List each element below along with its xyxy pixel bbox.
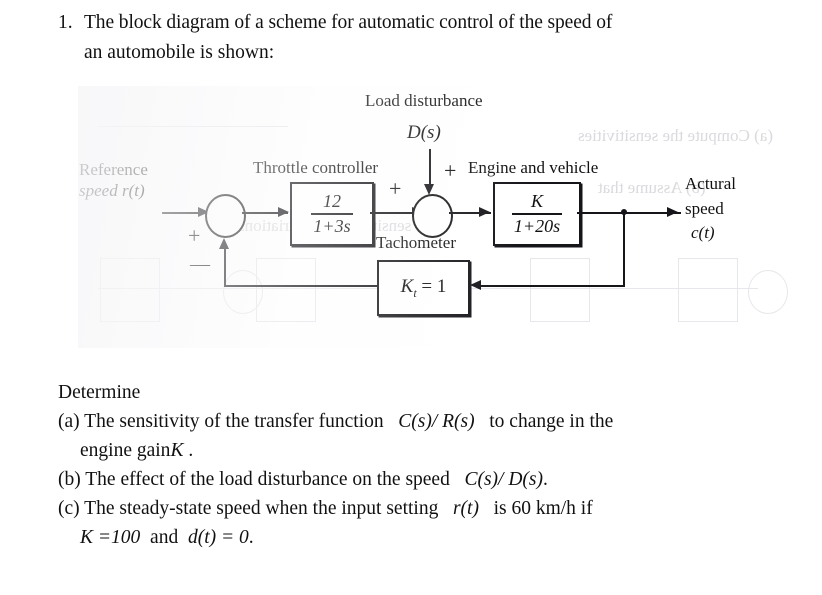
part-c-math-d: d(t) = 0 bbox=[187, 527, 249, 548]
ghost-box-2 bbox=[256, 258, 316, 322]
wire-disturbance-down bbox=[429, 149, 431, 189]
arrow-into-tachometer bbox=[470, 280, 481, 290]
part-c-math: r(t) bbox=[452, 498, 479, 519]
throttle-controller-label: Throttle controller bbox=[253, 158, 379, 177]
sum2-plus-left-sign: + bbox=[389, 176, 402, 201]
reference-speed-label-line1: Reference bbox=[79, 160, 148, 179]
question-text-line-1: The block diagram of a scheme for automa… bbox=[84, 12, 613, 33]
throttle-transfer-function: 12 1+3s bbox=[309, 192, 354, 235]
part-a-line-2: engine gainK . bbox=[58, 436, 808, 465]
question-text-line-2: an automobile is shown: bbox=[84, 42, 275, 63]
tachometer-gain-value: = 1 bbox=[421, 275, 447, 297]
engine-fraction-bar bbox=[511, 213, 563, 215]
throttle-denominator: 1+3s bbox=[313, 215, 351, 236]
part-a-line2-text: engine gain bbox=[80, 440, 171, 461]
tachometer-block: Kt = 1 bbox=[377, 260, 470, 316]
part-c-line-2: K =100 and d(t) = 0. bbox=[58, 523, 808, 552]
part-a-math: C(s)/ R(s) bbox=[398, 411, 475, 432]
ghost-box-1 bbox=[100, 258, 160, 322]
load-disturbance-label: Load disturbance bbox=[365, 91, 483, 110]
block-diagram-figure: (a) Compute the sensitivities (b) Assume… bbox=[78, 86, 788, 348]
summing-junction-1 bbox=[205, 194, 246, 238]
ghost-box-4 bbox=[678, 258, 738, 322]
part-b-math: C(s)/ D(s) bbox=[464, 469, 544, 490]
part-c-text-1: (c) The steady-state speed when the inpu… bbox=[58, 498, 439, 519]
load-disturbance-signal-label: D(s) bbox=[407, 122, 441, 143]
part-a-line2-period: . bbox=[188, 440, 194, 461]
reference-speed-label-line2: speed r(t) bbox=[79, 181, 145, 200]
wire-engine-to-output bbox=[577, 212, 681, 214]
sum1-plus-sign: + bbox=[188, 223, 201, 248]
ghost-text-a: (a) Compute the sensitivities bbox=[578, 126, 773, 145]
wire-feedback-down bbox=[623, 212, 625, 287]
actual-speed-label-line1: Actural bbox=[685, 174, 736, 193]
part-c-and: and bbox=[150, 527, 179, 548]
part-b-period: . bbox=[543, 469, 548, 490]
determine-heading: Determine bbox=[58, 382, 141, 403]
arrow-into-sum1-feedback bbox=[219, 238, 229, 249]
part-a-text-2: to change in the bbox=[489, 411, 614, 432]
arrow-output bbox=[667, 207, 678, 217]
actual-speed-label-line3: c(t) bbox=[691, 223, 715, 242]
wire-tachometer-to-left bbox=[224, 285, 377, 287]
arrow-into-engine bbox=[479, 207, 490, 217]
summing-junction-2 bbox=[412, 194, 453, 238]
question-number: 1. bbox=[58, 12, 73, 33]
part-b-line-1: (b) The effect of the load disturbance o… bbox=[58, 465, 808, 494]
tachometer-gain-expression: Kt = 1 bbox=[401, 276, 447, 301]
arrow-into-throttle bbox=[278, 207, 289, 217]
throttle-controller-block: 12 1+3s bbox=[290, 182, 374, 246]
throttle-fraction-bar bbox=[311, 213, 353, 215]
part-a-line2-math: K bbox=[170, 440, 184, 461]
part-a-text-1: (a) The sensitivity of the transfer func… bbox=[58, 411, 384, 432]
question-line-1: 1. The block diagram of a scheme for aut… bbox=[58, 8, 798, 38]
engine-and-vehicle-label: Engine and vehicle bbox=[468, 158, 599, 177]
tachometer-gain-symbol: K bbox=[400, 275, 414, 297]
question-stem: 1. The block diagram of a scheme for aut… bbox=[58, 8, 798, 68]
sum1-minus-sign: — bbox=[190, 253, 210, 275]
sum2-plus-top-sign: + bbox=[444, 158, 457, 183]
ghost-circle-3 bbox=[748, 270, 788, 314]
actual-speed-label-line2: speed bbox=[685, 199, 724, 218]
part-a-line-1: (a) The sensitivity of the transfer func… bbox=[58, 407, 808, 436]
determine-section: Determine (a) The sensitivity of the tra… bbox=[58, 378, 808, 552]
engine-transfer-function: K 1+20s bbox=[510, 192, 564, 235]
ghost-line-2 bbox=[98, 126, 288, 127]
ghost-box-3 bbox=[530, 258, 590, 322]
engine-numerator: K bbox=[530, 191, 543, 212]
part-c-line-1: (c) The steady-state speed when the inpu… bbox=[58, 494, 808, 523]
wire-feedback-up bbox=[224, 249, 226, 286]
engine-denominator: 1+20s bbox=[513, 215, 561, 236]
engine-and-vehicle-block: K 1+20s bbox=[493, 182, 581, 246]
wire-feedback-to-tachometer bbox=[478, 285, 625, 287]
part-b-text-1: (b) The effect of the load disturbance o… bbox=[58, 469, 450, 490]
wire-reference-input bbox=[162, 212, 200, 214]
ghost-circle-1 bbox=[223, 270, 263, 314]
part-c-text-2: is 60 km/h if bbox=[493, 498, 593, 519]
part-c-period: . bbox=[248, 527, 254, 548]
throttle-numerator: 12 bbox=[323, 191, 341, 212]
tachometer-label: Tachometer bbox=[376, 233, 456, 252]
part-c-math-k: K =100 bbox=[80, 527, 141, 548]
